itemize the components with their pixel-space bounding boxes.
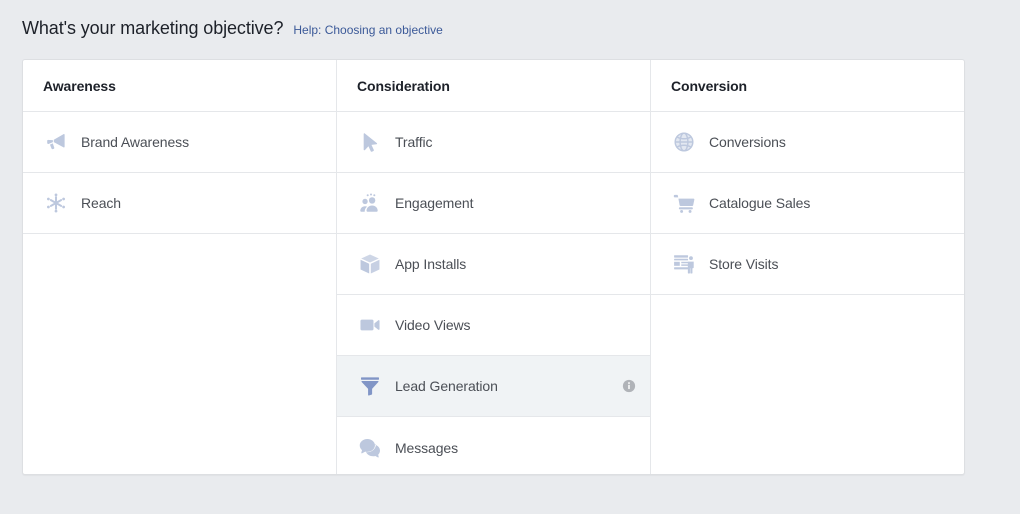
column-header: Conversion (651, 60, 964, 112)
box-icon (357, 251, 383, 277)
column-header-label: Conversion (671, 77, 748, 94)
megaphone-icon (43, 129, 69, 155)
objective-option-app-installs[interactable]: App Installs (337, 234, 650, 295)
column-header: Awareness (23, 60, 336, 112)
objective-label: Store Visits (709, 256, 779, 272)
shopping-cart-icon (671, 190, 697, 216)
objective-option-engagement[interactable]: Engagement (337, 173, 650, 234)
chat-bubbles-icon (357, 435, 383, 461)
objective-option-store-visits[interactable]: Store Visits (651, 234, 964, 295)
cursor-arrow-icon (357, 129, 383, 155)
page-heading: What's your marketing objective? Help: C… (22, 18, 443, 39)
video-camera-icon (357, 312, 383, 338)
objective-label: App Installs (395, 256, 467, 272)
objective-column-awareness: Awareness Brand Awareness Reach (23, 60, 337, 474)
objective-label: Lead Generation (395, 378, 498, 394)
marketing-objective-card: Awareness Brand Awareness Reach Considerati… (22, 59, 965, 475)
column-header-label: Awareness (43, 77, 116, 94)
people-icon (357, 190, 383, 216)
objective-column-conversion: Conversion Conversions Catalogue Sales Stor… (651, 60, 964, 474)
objective-label: Traffic (395, 134, 433, 150)
column-header: Consideration (337, 60, 650, 112)
funnel-icon (357, 373, 383, 399)
objective-label: Video Views (395, 317, 471, 333)
objective-option-brand-awareness[interactable]: Brand Awareness (23, 112, 336, 173)
objective-option-conversions[interactable]: Conversions (651, 112, 964, 173)
help-choosing-objective-link[interactable]: Help: Choosing an objective (293, 23, 442, 37)
info-icon[interactable] (622, 379, 636, 393)
objective-label: Reach (81, 195, 121, 211)
objective-option-traffic[interactable]: Traffic (337, 112, 650, 173)
objective-label: Engagement (395, 195, 474, 211)
objective-option-video-views[interactable]: Video Views (337, 295, 650, 356)
objective-option-catalogue-sales[interactable]: Catalogue Sales (651, 173, 964, 234)
page-title: What's your marketing objective? (22, 18, 284, 38)
column-header-label: Consideration (357, 77, 450, 94)
objective-option-messages[interactable]: Messages (337, 417, 650, 474)
reach-burst-icon (43, 190, 69, 216)
globe-icon (671, 129, 697, 155)
storefront-icon (671, 251, 697, 277)
objective-column-consideration: Consideration Traffic Engagement App Instal… (337, 60, 651, 474)
objective-option-lead-generation[interactable]: Lead Generation (337, 356, 650, 417)
objective-label: Messages (395, 439, 459, 456)
objective-label: Catalogue Sales (709, 195, 811, 211)
objective-option-reach[interactable]: Reach (23, 173, 336, 234)
objective-label: Conversions (709, 134, 786, 150)
objective-label: Brand Awareness (81, 134, 189, 150)
